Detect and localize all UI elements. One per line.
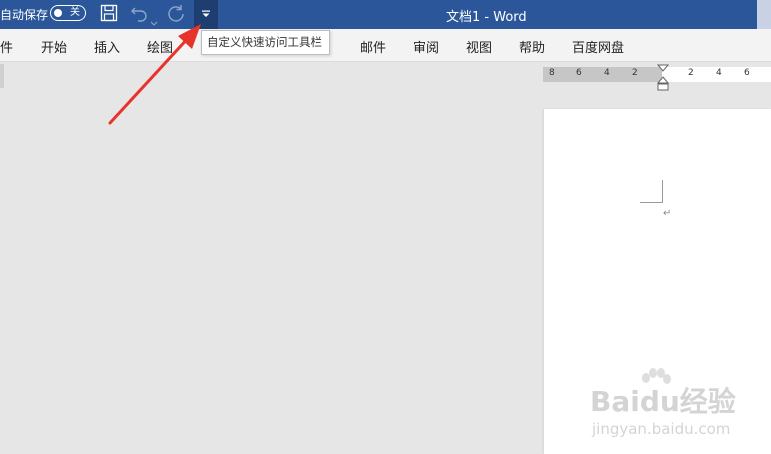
tab-view[interactable]: 视图 <box>466 37 492 56</box>
customize-qat-icon <box>202 10 210 17</box>
document-title: 文档1 - Word <box>446 10 527 25</box>
autosave-label: 自动保存 <box>0 8 49 22</box>
window-control-edge[interactable] <box>757 0 771 29</box>
watermark-url: jingyan.baidu.com <box>592 420 731 438</box>
vertical-ruler-edge <box>0 64 4 88</box>
customize-qat-tooltip: 自定义快速访问工具栏 <box>201 30 330 55</box>
paragraph-mark: ↵ <box>663 208 672 219</box>
tab-help[interactable]: 帮助 <box>519 37 545 56</box>
ruler-number: 6 <box>744 68 750 78</box>
baidu-jingyan-watermark: Baidu经验 jingyan.baidu.com <box>590 368 762 448</box>
ruler-number: 4 <box>716 68 722 78</box>
text-boundary-corner-mark <box>640 180 663 203</box>
ruler-number: 2 <box>632 68 638 78</box>
tab-home[interactable]: 开始 <box>41 37 67 56</box>
ruler-margin-shade <box>543 67 662 82</box>
toggle-knob <box>54 9 62 17</box>
autosave-toggle[interactable]: 关 <box>50 5 86 21</box>
watermark-logo: Baidu经验 <box>590 385 736 418</box>
ruler-number: 2 <box>688 68 694 78</box>
tab-review[interactable]: 审阅 <box>413 37 439 56</box>
tab-baidu-netdisk[interactable]: 百度网盘 <box>572 37 624 56</box>
autosave-state: 关 <box>70 7 80 18</box>
tab-mailings[interactable]: 邮件 <box>360 37 386 56</box>
ruler-number: 8 <box>549 68 555 78</box>
ruler-number: 6 <box>576 68 582 78</box>
tab-file[interactable]: 件 <box>0 37 13 56</box>
annotation-arrow-icon <box>108 24 201 125</box>
ruler-number: 4 <box>604 68 610 78</box>
indent-marker-icon[interactable] <box>656 64 670 96</box>
